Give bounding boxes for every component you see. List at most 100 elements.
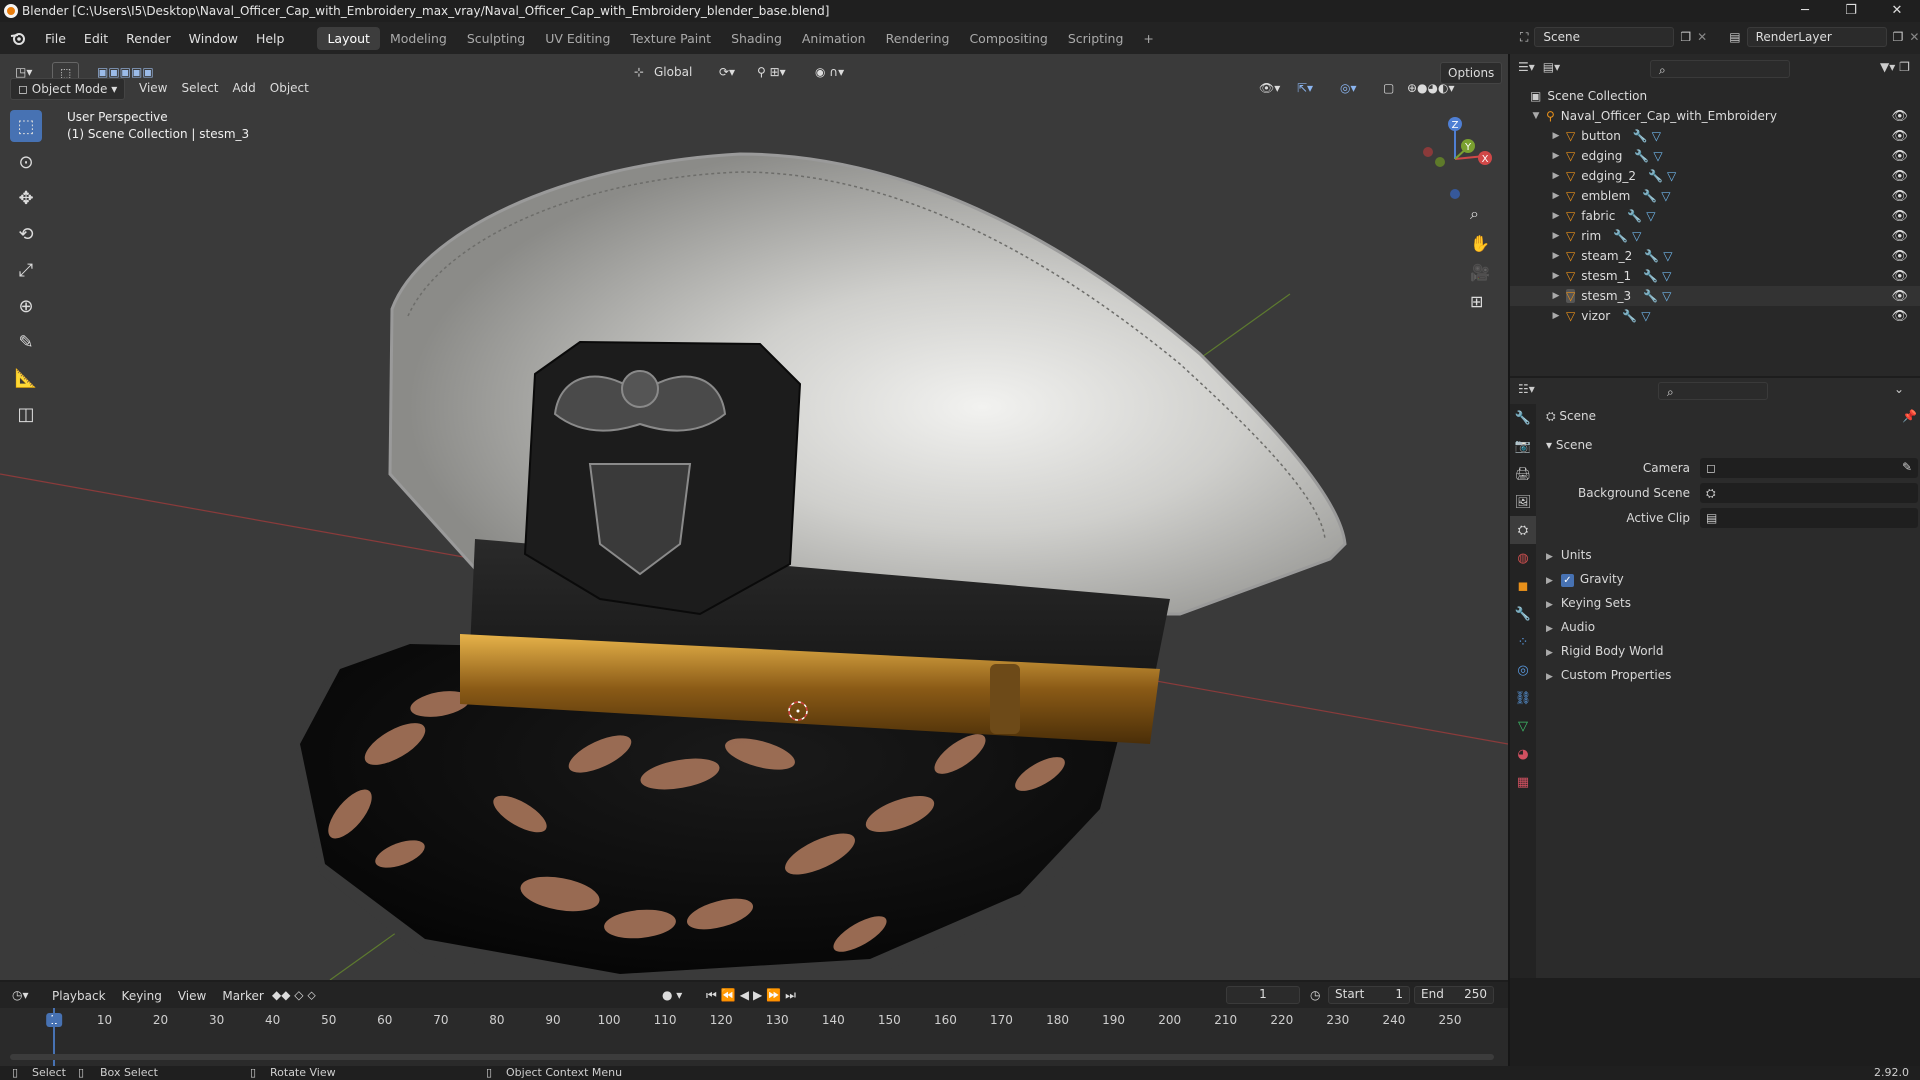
visibility-eye-icon[interactable]: 👁	[1891, 109, 1908, 124]
workspace-tab-layout[interactable]: Layout	[317, 26, 380, 50]
world-tab-icon[interactable]: ◍	[1510, 544, 1536, 572]
outliner-object-row[interactable]: ▶ ▽ button 🔧▽ 👁	[1510, 126, 1920, 146]
modifier-mesh-icon[interactable]: 🔧▽	[1642, 189, 1674, 203]
close-button[interactable]: ✕	[1874, 0, 1920, 22]
snap-icon[interactable]: ⚲ ⊞▾	[750, 62, 793, 84]
expand-icon[interactable]: ▶	[1548, 231, 1564, 241]
subpanel-audio[interactable]: ▶ Audio	[1546, 616, 1595, 638]
gizmo-toggle-icon[interactable]: ⇱▾	[1290, 78, 1320, 100]
pin-icon[interactable]: 📌	[1902, 409, 1917, 423]
visibility-icon[interactable]: 👁▾	[1252, 78, 1287, 100]
eyedropper-icon[interactable]: ✎	[1902, 460, 1912, 474]
menu-edit[interactable]: Edit	[75, 31, 117, 46]
outliner-scene-collection[interactable]: ▣ Scene Collection	[1510, 86, 1920, 106]
menu-window[interactable]: Window	[180, 31, 247, 46]
workspace-tab-uv-editing[interactable]: UV Editing	[535, 27, 620, 50]
xray-icon[interactable]: ▢	[1376, 78, 1401, 100]
particles-tab-icon[interactable]: ⁘	[1510, 628, 1536, 656]
outliner-object-row[interactable]: ▶ ▽ edging_2 🔧▽ 👁	[1510, 166, 1920, 186]
outliner-object-row[interactable]: ▶ ▽ stesm_3 🔧▽ 👁	[1510, 286, 1920, 306]
shading-modes-icon[interactable]: ⊕●◕◐▾	[1400, 78, 1462, 100]
navigation-gizmo[interactable]: Z X Y	[1410, 114, 1500, 204]
visibility-eye-icon[interactable]: 👁	[1891, 209, 1908, 224]
modifier-mesh-icon[interactable]: 🔧▽	[1622, 309, 1654, 323]
proportional-edit-icon[interactable]: ◉ ∩▾	[808, 62, 851, 84]
outliner-editor-icon[interactable]: ☰▾	[1518, 60, 1535, 74]
material-tab-icon[interactable]: ◕	[1510, 740, 1536, 768]
modifier-mesh-icon[interactable]: 🔧▽	[1648, 169, 1680, 183]
outliner-object-row[interactable]: ▶ ▽ emblem 🔧▽ 👁	[1510, 186, 1920, 206]
expand-icon[interactable]: ▶	[1548, 151, 1564, 161]
transform-tool-icon[interactable]: ⊕	[10, 290, 42, 322]
new-scene-icon[interactable]: ❐	[1680, 30, 1691, 44]
viewport-menu-select[interactable]: Select	[174, 78, 225, 100]
render-layer-selector[interactable]: RenderLayer	[1746, 27, 1887, 47]
viewport-menu-view[interactable]: View	[132, 78, 174, 100]
visibility-eye-icon[interactable]: 👁	[1891, 269, 1908, 284]
object-tab-icon[interactable]: ◼	[1510, 572, 1536, 600]
outliner-object-row[interactable]: ▶ ▽ edging 🔧▽ 👁	[1510, 146, 1920, 166]
visibility-eye-icon[interactable]: 👁	[1891, 309, 1908, 324]
visibility-eye-icon[interactable]: 👁	[1891, 289, 1908, 304]
ortho-grid-icon[interactable]: ⊞	[1470, 292, 1490, 311]
menu-render[interactable]: Render	[117, 31, 180, 46]
collapse-icon[interactable]: ▼	[1528, 111, 1544, 121]
workspace-tab-modeling[interactable]: Modeling	[380, 27, 457, 50]
workspace-tab-scripting[interactable]: Scripting	[1058, 27, 1134, 50]
subpanel-custom-properties[interactable]: ▶ Custom Properties	[1546, 664, 1671, 686]
subpanel-gravity[interactable]: ▶ ✓ Gravity	[1546, 568, 1624, 590]
maximize-button[interactable]: ❐	[1828, 0, 1874, 22]
delete-scene-icon[interactable]: ✕	[1697, 30, 1707, 44]
tool-tab-icon[interactable]: 🔧	[1510, 404, 1536, 432]
expand-icon[interactable]: ▶	[1548, 171, 1564, 181]
outliner-object-row[interactable]: ▶ ▽ rim 🔧▽ 👁	[1510, 226, 1920, 246]
workspace-tab-animation[interactable]: Animation	[792, 27, 876, 50]
display-mode-icon[interactable]: ▤▾	[1543, 60, 1560, 74]
outliner-object-row[interactable]: ▶ ▽ fabric 🔧▽ 👁	[1510, 206, 1920, 226]
modifier-mesh-icon[interactable]: 🔧▽	[1643, 269, 1675, 283]
modifier-mesh-icon[interactable]: 🔧▽	[1644, 249, 1676, 263]
visibility-eye-icon[interactable]: 👁	[1891, 189, 1908, 204]
menu-help[interactable]: Help	[247, 31, 294, 46]
subpanel-units[interactable]: ▶ Units	[1546, 544, 1592, 566]
scale-tool-icon[interactable]: ⤢	[10, 254, 42, 286]
constraints-tab-icon[interactable]: ⛓	[1510, 684, 1536, 712]
texture-tab-icon[interactable]: ▦	[1510, 768, 1536, 796]
visibility-eye-icon[interactable]: 👁	[1891, 229, 1908, 244]
measure-tool-icon[interactable]: 📐	[10, 362, 42, 394]
3d-viewport[interactable]: ◳▾ ⬚ ▣▣▣▣▣ ⊹ Global ⟳▾ ⚲ ⊞▾ ◉ ∩▾ Options…	[0, 54, 1508, 980]
filter-icon[interactable]: ▼▾ ❐	[1880, 60, 1910, 74]
outliner-collection[interactable]: ▼ ⚲ Naval_Officer_Cap_with_Embroidery 👁	[1510, 106, 1920, 126]
expand-icon[interactable]: ▶	[1548, 311, 1564, 321]
data-tab-icon[interactable]: ▽	[1510, 712, 1536, 740]
workspace-tab-compositing[interactable]: Compositing	[959, 27, 1057, 50]
timeline-scrollbar[interactable]	[10, 1054, 1494, 1060]
visibility-eye-icon[interactable]: 👁	[1891, 169, 1908, 184]
modifiers-tab-icon[interactable]: 🔧	[1510, 600, 1536, 628]
property-field-background-scene[interactable]: ⛭	[1700, 483, 1918, 503]
subpanel-rigid-body-world[interactable]: ▶ Rigid Body World	[1546, 640, 1663, 662]
subpanel-keying-sets[interactable]: ▶ Keying Sets	[1546, 592, 1631, 614]
expand-icon[interactable]: ▶	[1548, 131, 1564, 141]
viewport-menu-object[interactable]: Object	[263, 78, 316, 100]
physics-tab-icon[interactable]: ◎	[1510, 656, 1536, 684]
viewport-menu-add[interactable]: Add	[226, 78, 263, 100]
expand-icon[interactable]: ▶	[1548, 271, 1564, 281]
outliner-search-input[interactable]: ⌕	[1650, 60, 1790, 78]
expand-icon[interactable]: ▶	[1548, 211, 1564, 221]
gravity-checkbox[interactable]: ✓	[1560, 574, 1574, 587]
annotate-tool-icon[interactable]: ✎	[10, 326, 42, 358]
mode-dropdown[interactable]: ◻ Object Mode ▾	[10, 78, 126, 100]
zoom-icon[interactable]: ⌕	[1470, 204, 1490, 224]
properties-editor-icon[interactable]: ☷▾	[1518, 382, 1535, 396]
blender-menu-icon[interactable]	[0, 31, 36, 45]
workspace-tab-sculpting[interactable]: Sculpting	[457, 27, 535, 50]
modifier-mesh-icon[interactable]: 🔧▽	[1634, 149, 1666, 163]
select-box-tool-icon[interactable]: ⬚	[10, 110, 42, 142]
property-field-camera[interactable]: ◻ ✎	[1700, 458, 1918, 478]
add-workspace-button[interactable]: +	[1133, 27, 1163, 50]
rotate-tool-icon[interactable]: ⟲	[10, 218, 42, 250]
property-field-active-clip[interactable]: ▤	[1700, 508, 1918, 528]
scene-panel-header[interactable]: ▾ Scene	[1546, 434, 1592, 456]
expand-icon[interactable]: ▶	[1548, 251, 1564, 261]
